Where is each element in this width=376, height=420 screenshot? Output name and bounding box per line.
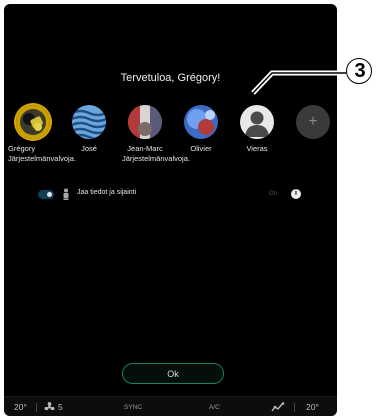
callout-line bbox=[251, 70, 346, 95]
callout-number: 3 bbox=[354, 60, 366, 82]
